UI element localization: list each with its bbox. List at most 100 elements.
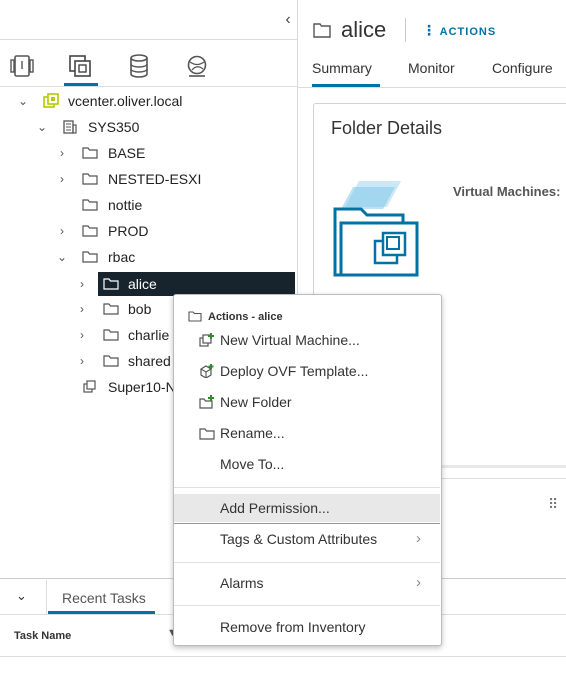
menu-separator: [174, 562, 440, 563]
tab-monitor[interactable]: Monitor: [408, 58, 455, 78]
card-scrollbar[interactable]: [440, 465, 566, 468]
tree-node-shared[interactable]: › shared: [0, 349, 175, 373]
folder-icon: [82, 199, 98, 211]
tree-label: BASE: [108, 145, 146, 161]
menu-item-new-folder[interactable]: New Folder: [174, 388, 440, 416]
tree-node-bob[interactable]: › bob: [0, 297, 175, 321]
card-title: Folder Details: [331, 118, 443, 138]
tree-node-super10[interactable]: Super10-N: [0, 375, 175, 399]
tree-node-charlie[interactable]: › charlie: [0, 323, 175, 347]
tree-label: alice: [128, 276, 157, 292]
tree-node-alice[interactable]: › alice: [0, 272, 297, 296]
folder-icon: [103, 303, 119, 315]
chevron-right-icon[interactable]: ›: [76, 349, 88, 373]
menu-item-label: Alarms: [220, 575, 264, 591]
tree-label: shared: [128, 353, 171, 369]
folder-icon: [103, 355, 119, 367]
networking-icon[interactable]: [184, 53, 212, 81]
page-title: alice: [341, 17, 387, 42]
tree-label: Super10-N: [108, 379, 175, 395]
tree-label: rbac: [108, 249, 136, 265]
vms-and-templates-icon[interactable]: [67, 53, 95, 81]
menu-item-deploy-ovf[interactable]: Deploy OVF Template...: [174, 357, 440, 385]
tree-node-nested-esxi[interactable]: › NESTED-ESXI: [0, 167, 297, 191]
menu-item-label: Deploy OVF Template...: [220, 363, 369, 379]
chevron-right-icon[interactable]: ›: [56, 141, 68, 165]
secondary-card: [440, 478, 566, 579]
menu-separator: [174, 605, 440, 606]
folder-icon: [82, 251, 98, 263]
collapse-navigator-button[interactable]: ‹: [280, 10, 296, 30]
chevron-right-icon[interactable]: ›: [76, 323, 88, 347]
menu-item-remove-from-inventory[interactable]: Remove from Inventory: [174, 613, 440, 641]
tree-label: PROD: [108, 223, 149, 239]
datacenter-icon: [63, 120, 77, 134]
tree-label: SYS350: [88, 119, 140, 135]
folder-icon: [103, 278, 119, 290]
column-header-divider: [0, 656, 566, 657]
tab-recent-tasks[interactable]: Recent Tasks: [62, 590, 146, 606]
chevron-right-icon[interactable]: ›: [56, 219, 68, 243]
chevron-right-icon[interactable]: ›: [56, 167, 68, 191]
folder-icon: [82, 225, 98, 237]
hosts-and-clusters-icon[interactable]: [9, 53, 37, 81]
tree-node-nottie[interactable]: nottie: [0, 193, 297, 217]
navtabs-divider: [0, 86, 297, 87]
tree-label: bob: [128, 301, 152, 317]
menu-item-label: New Virtual Machine...: [220, 332, 360, 348]
chevron-right-icon: ›: [416, 530, 421, 547]
menu-item-label: Add Permission...: [220, 500, 330, 516]
chevron-right-icon[interactable]: ›: [76, 272, 88, 296]
tree-label: NESTED-ESXI: [108, 171, 202, 187]
menu-item-alarms[interactable]: Alarms ›: [174, 569, 440, 597]
menu-item-tags-custom-attributes[interactable]: Tags & Custom Attributes ›: [174, 525, 440, 553]
chevron-down-icon[interactable]: ⌄: [36, 115, 48, 139]
menu-item-label: New Folder: [220, 394, 292, 410]
menu-item-label: Rename...: [220, 425, 285, 441]
tree-node-base[interactable]: › BASE: [0, 141, 297, 165]
menu-item-label: Tags & Custom Attributes: [220, 531, 378, 547]
context-menu-header: Actions - alice: [208, 311, 283, 323]
folder-icon: [188, 311, 202, 322]
tree-node-prod[interactable]: › PROD: [0, 219, 297, 243]
folder-icon: [103, 329, 119, 341]
chevron-down-icon[interactable]: ⌄: [16, 588, 32, 604]
tab-summary[interactable]: Summary: [312, 58, 372, 78]
menu-item-add-permission[interactable]: Add Permission...: [174, 494, 440, 522]
tree-label: vcenter.oliver.local: [68, 93, 183, 109]
title-separator: [405, 18, 406, 42]
chevron-right-icon: ›: [416, 574, 421, 591]
chevron-down-icon[interactable]: ⌄: [17, 89, 29, 113]
menu-item-label: Move To...: [220, 456, 285, 472]
bottom-tab-separator: [46, 580, 47, 614]
vm-icon: [83, 380, 96, 393]
tree-label: charlie: [128, 327, 170, 343]
drag-handle-icon[interactable]: ⠿: [548, 496, 558, 513]
rename-folder-icon: [199, 428, 215, 440]
chevron-right-icon[interactable]: ›: [76, 297, 88, 321]
menu-item-rename[interactable]: Rename...: [174, 419, 440, 447]
new-vm-icon: [199, 333, 214, 347]
menu-item-new-vm[interactable]: New Virtual Machine...: [174, 326, 440, 354]
chevron-down-icon[interactable]: ⌄: [56, 245, 68, 269]
tree-node-vcenter[interactable]: ⌄ vcenter.oliver.local: [0, 89, 297, 113]
actions-menu-button[interactable]: ⋮ ACTIONS: [422, 21, 496, 41]
deploy-ovf-icon: [200, 364, 214, 378]
actions-label: ACTIONS: [439, 26, 497, 38]
storage-icon[interactable]: [126, 53, 154, 81]
folder-icon: [82, 173, 98, 185]
navigator-divider: [0, 39, 297, 40]
new-folder-icon: [199, 395, 214, 409]
menu-item-move-to[interactable]: Move To...: [174, 450, 440, 478]
menu-separator: [174, 523, 440, 524]
menu-item-label: Remove from Inventory: [220, 619, 366, 635]
column-header-task-name[interactable]: Task Name: [14, 629, 71, 643]
folder-illustration-icon: [333, 181, 419, 277]
folder-icon: [313, 23, 331, 38]
tree-node-rbac[interactable]: ⌄ rbac: [0, 245, 297, 269]
tabs-divider: [297, 87, 566, 88]
menu-separator: [174, 487, 440, 488]
vcenter-icon: [43, 93, 59, 108]
tree-node-sys350[interactable]: ⌄ SYS350: [0, 115, 297, 139]
tab-configure[interactable]: Configure: [492, 58, 553, 78]
